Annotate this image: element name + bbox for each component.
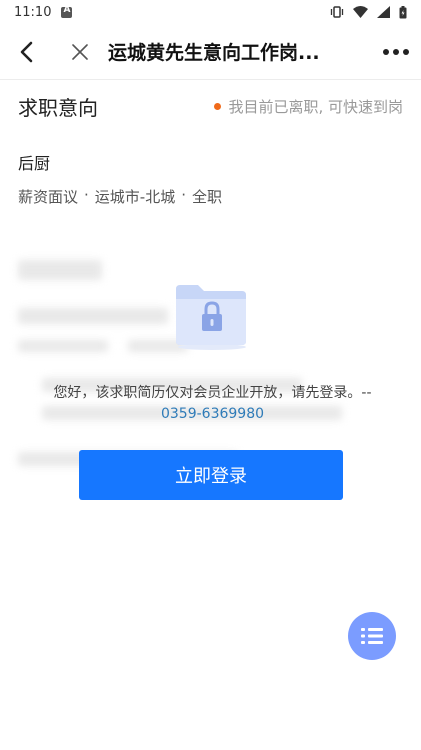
- status-time: 11:10: [14, 4, 52, 20]
- job-type: 全职: [192, 188, 223, 206]
- list-fab-button[interactable]: [348, 612, 396, 660]
- chevron-left-icon: [20, 41, 33, 62]
- job-meta: 薪资面议 · 运城市-北城 · 全职: [18, 186, 222, 207]
- list-icon: [361, 628, 383, 644]
- contact-phone-link[interactable]: 0359-6369980: [40, 404, 385, 425]
- close-button[interactable]: [58, 24, 102, 80]
- login-required-message: 您好，该求职简历仅对会员企业开放，请先登录。-- 0359-6369980: [40, 383, 385, 425]
- more-dots-icon: [383, 48, 389, 55]
- back-button[interactable]: [4, 24, 48, 80]
- vibrate-icon: [330, 6, 344, 18]
- location: 运城市-北城: [94, 188, 176, 206]
- close-icon: [72, 43, 88, 60]
- battery-icon: [399, 5, 407, 18]
- job-title: 后厨: [18, 154, 51, 173]
- wifi-icon: [353, 6, 368, 18]
- app-notification-icon: [61, 5, 73, 18]
- login-button[interactable]: 立即登录: [79, 450, 343, 500]
- meta-separator: ·: [181, 186, 186, 204]
- meta-separator: ·: [84, 186, 89, 204]
- intention-header: 求职意向 我目前已离职, 可快速到岗: [0, 80, 421, 132]
- lock-folder-icon: [172, 283, 250, 351]
- availability-status: 我目前已离职, 可快速到岗: [214, 96, 403, 117]
- lock-message-text: 您好，该求职简历仅对会员企业开放，请先登录。--: [53, 385, 372, 401]
- page-title: 运城黄先生意向工作岗...: [108, 42, 320, 64]
- nav-bar: 运城黄先生意向工作岗...: [0, 24, 421, 80]
- section-title: 求职意向: [18, 95, 98, 120]
- more-dot: [393, 48, 399, 55]
- status-bar: 11:10: [0, 0, 421, 24]
- availability-text: 我目前已离职, 可快速到岗: [228, 97, 403, 116]
- more-button[interactable]: [371, 24, 421, 80]
- salary: 薪资面议: [18, 188, 79, 206]
- more-dot: [403, 48, 409, 55]
- signal-icon: [377, 6, 390, 18]
- status-dot: [214, 102, 222, 110]
